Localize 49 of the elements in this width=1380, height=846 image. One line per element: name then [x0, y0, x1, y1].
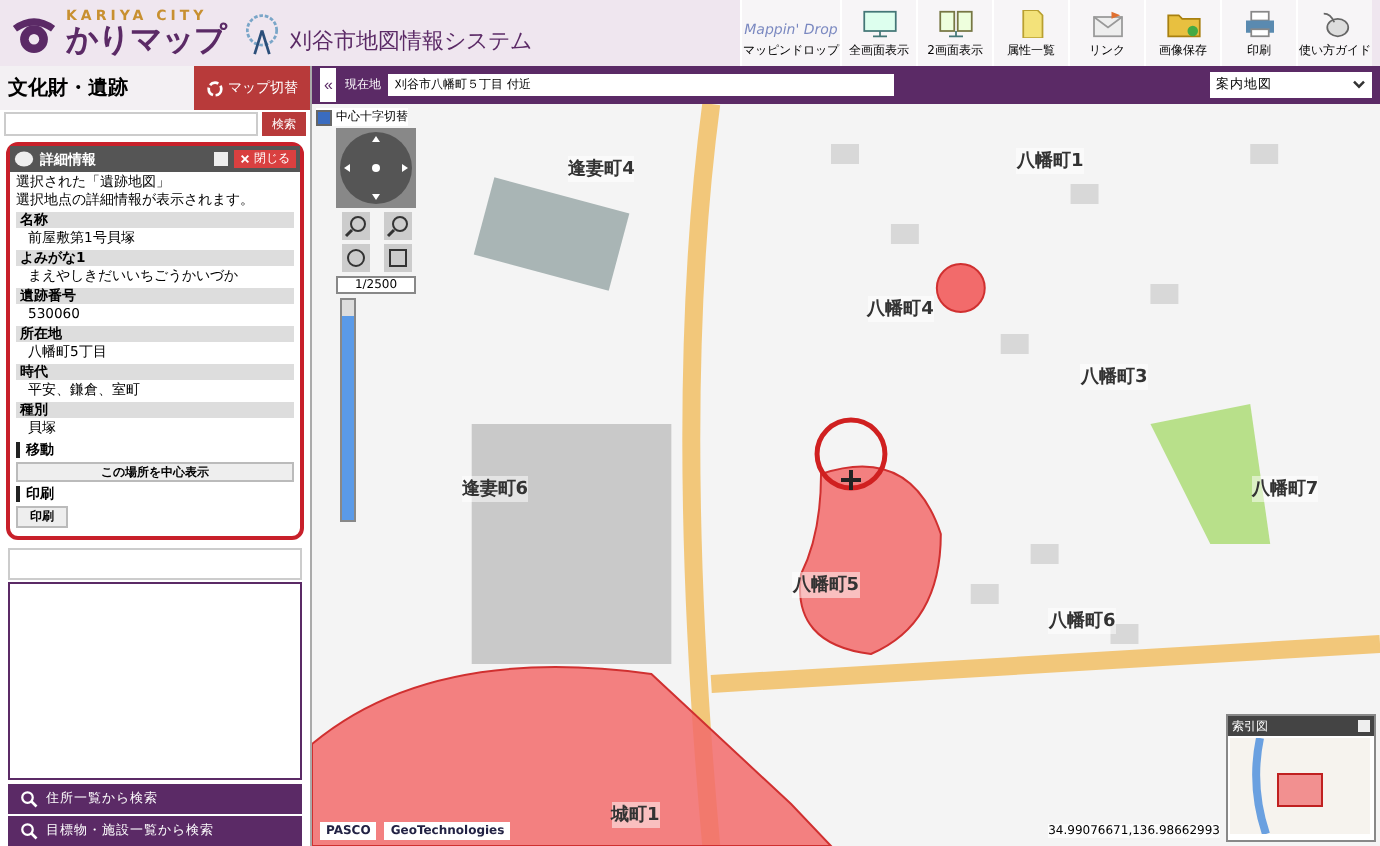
envelope-icon [1089, 10, 1125, 38]
house [970, 584, 999, 604]
printer-icon [1241, 10, 1277, 38]
map-label: 八幡町1 [1016, 148, 1084, 175]
folder-icon [1165, 10, 1201, 38]
section-title: 文化財・遺跡 [6, 75, 128, 102]
close-icon [240, 154, 250, 164]
house [890, 224, 919, 244]
map-label: 逢妻町4 [568, 155, 635, 182]
system-title: 刈谷市地図情報システム [290, 26, 532, 56]
park-area [1150, 404, 1271, 544]
search-icon [20, 790, 38, 808]
house [1150, 284, 1179, 304]
site-area[interactable] [312, 666, 833, 846]
house [1070, 184, 1099, 204]
caret-icon [1352, 80, 1366, 90]
house [1030, 544, 1059, 564]
overview-map-drawing [1230, 738, 1370, 834]
zoom-in-icon[interactable] [341, 212, 369, 240]
logo-title: かりマップ [66, 24, 226, 56]
selection-circle [814, 417, 888, 491]
search-icon [20, 822, 38, 840]
compass-pad-icon[interactable] [336, 128, 416, 208]
map-label: 八幡町5 [792, 571, 860, 598]
map-label: 八幡町4 [867, 296, 934, 323]
search-field[interactable] [4, 112, 258, 136]
dual-monitor-icon [937, 10, 973, 38]
house [831, 144, 859, 164]
area-zoom-icon[interactable] [383, 244, 411, 272]
reset-icon[interactable] [341, 244, 369, 272]
monitor-icon [861, 10, 897, 38]
house [1110, 624, 1139, 644]
zoom-out-icon[interactable] [383, 212, 411, 240]
text-area[interactable] [8, 582, 302, 780]
zoom-slider[interactable] [340, 298, 356, 522]
house [1000, 334, 1029, 354]
map-label: 逢妻町6 [461, 475, 529, 501]
blob-icon [14, 150, 34, 168]
map-label: 八幡町7 [1251, 475, 1319, 501]
ferris-wheel-icon [240, 11, 284, 55]
crosshair-icon [839, 468, 863, 492]
collapse-button[interactable]: « [320, 68, 337, 102]
house [1250, 144, 1279, 164]
checkbox[interactable] [316, 109, 332, 125]
refresh-icon [206, 79, 224, 97]
site-area[interactable] [935, 263, 986, 313]
map-label: 城町1 [611, 801, 660, 828]
map-label: 八幡町6 [1048, 608, 1116, 635]
map-label: 八幡町3 [1080, 363, 1148, 390]
